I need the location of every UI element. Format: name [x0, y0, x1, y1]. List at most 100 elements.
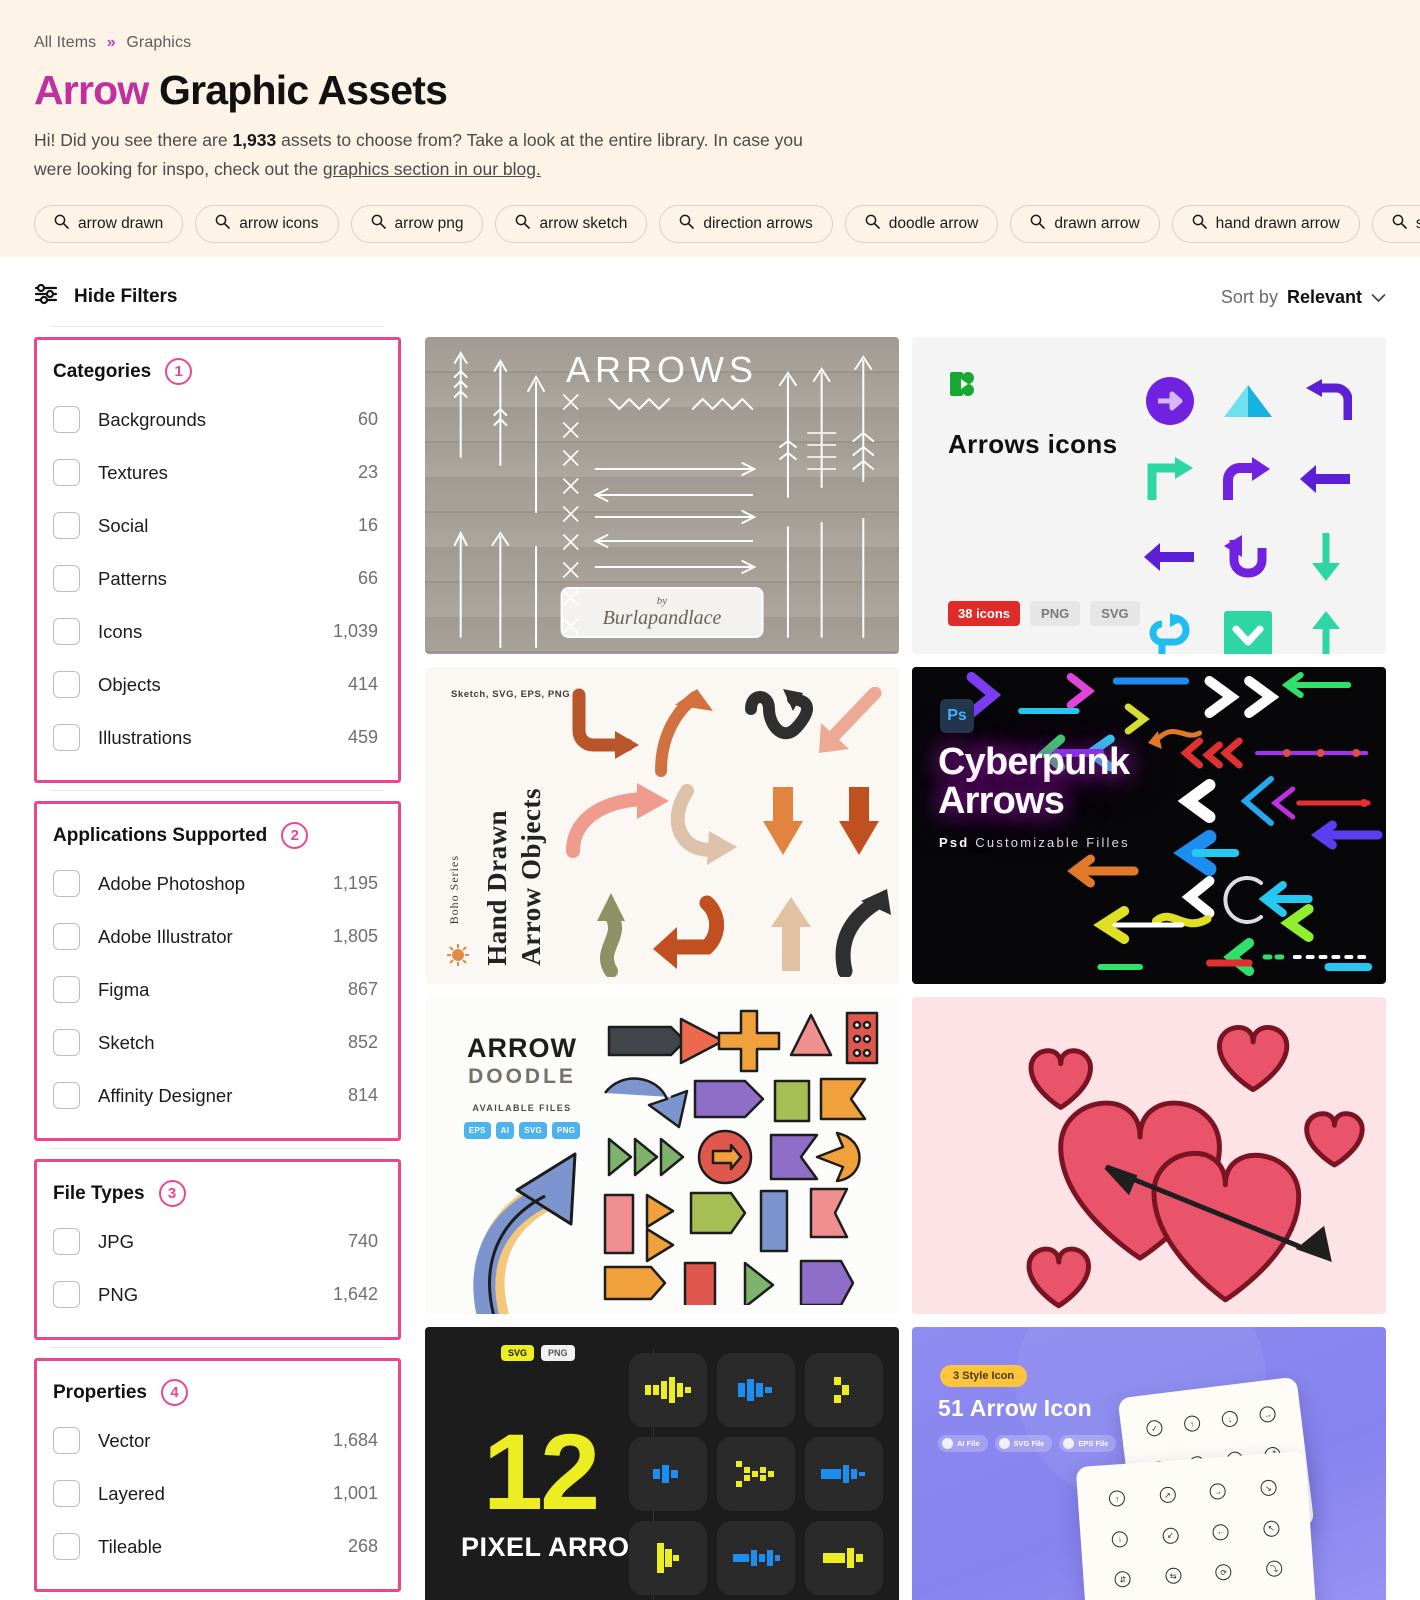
search-chip-direction-arrows[interactable]: direction arrows	[659, 205, 833, 244]
sheet-icon: ⇆	[1164, 1567, 1182, 1585]
doodle-title-line1: ARROW	[467, 1033, 577, 1063]
facet-applications-supported: Applications Supported 2 Adobe Photoshop 1,…	[34, 790, 401, 1141]
facet-row[interactable]: Social 16	[53, 499, 378, 552]
checkbox-sketch[interactable]	[53, 1029, 80, 1056]
checkbox-backgrounds[interactable]	[53, 406, 80, 433]
hero-description: Hi! Did you see there are 1,933 assets t…	[34, 126, 824, 183]
search-chip-arrow-icons[interactable]: arrow icons	[195, 205, 339, 244]
facet-header: Applications Supported 2	[53, 822, 378, 849]
facet-row[interactable]: Backgrounds 60	[53, 393, 378, 446]
facet-option-label: Adobe Photoshop	[98, 872, 246, 894]
checkbox-illustrations[interactable]	[53, 724, 80, 751]
search-chip-drawn-arrow[interactable]: drawn arrow	[1010, 205, 1160, 244]
chip-label: arrow drawn	[78, 215, 164, 233]
wood-card-signature: by Burlapandlace	[560, 587, 764, 638]
pixel-arrow-right-blue-icon	[738, 1379, 772, 1401]
hide-filters-button[interactable]: Hide Filters	[34, 283, 177, 311]
search-chip-hand-drawn-arrow[interactable]: hand drawn arrow	[1171, 205, 1360, 244]
sheet-icon: ✓	[1145, 1419, 1164, 1438]
checkbox-adobe-illustrator[interactable]	[53, 923, 80, 950]
checkbox-vector[interactable]	[53, 1427, 80, 1454]
pixel-cell	[805, 1353, 883, 1427]
search-chip-arrow-png[interactable]: arrow png	[350, 205, 484, 244]
facet-row[interactable]: Patterns 66	[53, 552, 378, 605]
chip-label: doodle arrow	[888, 215, 979, 233]
asset-card-heart-arrow[interactable]	[912, 997, 1386, 1314]
facet-row[interactable]: Objects 414	[53, 658, 378, 711]
arrow-up-green-icon	[1312, 611, 1340, 654]
asset-card-cyberpunk-arrows[interactable]: Ps Cyberpunk Arrows Psd Customizable Fill…	[912, 667, 1386, 984]
cyberpunk-title-line2: Arrows	[938, 779, 1065, 822]
facet-row[interactable]: PNG 1,642	[53, 1268, 378, 1321]
checkbox-jpg[interactable]	[53, 1228, 80, 1255]
sort-by-dropdown[interactable]: Sort by Relevant	[1221, 287, 1386, 308]
facet-row[interactable]: Icons 1,039	[53, 605, 378, 658]
facet-row[interactable]: Vector 1,684	[53, 1414, 378, 1467]
facet-header: Categories 1	[53, 358, 378, 385]
facet-row[interactable]: Textures 23	[53, 446, 378, 499]
sheet-icon: ⟳	[1215, 1563, 1233, 1581]
doodle-title-line2: DOODLE	[468, 1065, 576, 1088]
asset-card-51-arrow-icon[interactable]: 3 Style Icon 51 Arrow Icon AI File SVG Fi…	[912, 1327, 1386, 1600]
page-title-rest: Graphic Assets	[148, 67, 448, 113]
asset-card-pixel-arrow[interactable]: SVG PNG 12 PIXEL ARROW	[425, 1327, 899, 1600]
search-chip-arrow-drawn[interactable]: arrow drawn	[34, 205, 184, 244]
facet-row[interactable]: Tileable 268	[53, 1520, 378, 1573]
asset-card-arrows-wood[interactable]: ARROWS by Burlapandlace	[425, 337, 899, 654]
checkbox-icons[interactable]	[53, 618, 80, 645]
arrows-icons-preview	[1134, 365, 1362, 654]
checkbox-adobe-photoshop[interactable]	[53, 870, 80, 897]
facet-option-count: 16	[357, 515, 378, 535]
facet-row[interactable]: JPG 740	[53, 1215, 378, 1268]
checkbox-tileable[interactable]	[53, 1533, 80, 1560]
facet-option-label: JPG	[98, 1230, 134, 1252]
pixel-cell	[629, 1437, 707, 1511]
facet-row[interactable]: Adobe Photoshop 1,195	[53, 857, 378, 910]
checkbox-png[interactable]	[53, 1281, 80, 1308]
search-icon	[1192, 214, 1207, 234]
facet-row[interactable]: Illustrations 459	[53, 711, 378, 764]
facet-option-count: 459	[347, 727, 378, 747]
asset-card-arrows-icons[interactable]: Arrows icons 38 icons PNG SVG	[912, 337, 1386, 654]
icon-sheet-dots-front: ↑↗→↘ ↓↙←↖ ⇵⇆⟳⤵ ⇦⇨⇧⇩	[1091, 1466, 1304, 1600]
asset-card-hand-drawn-arrows[interactable]: Sketch, SVG, EPS, PNG Hand Drawn Arrow O…	[425, 667, 899, 984]
search-icon	[865, 214, 880, 234]
facet-row[interactable]: Layered 1,001	[53, 1467, 378, 1520]
facet-option-label: Textures	[98, 461, 168, 483]
checkbox-objects[interactable]	[53, 671, 80, 698]
pixel-tag-svg: SVG	[501, 1345, 535, 1361]
facet-row[interactable]: Figma 867	[53, 963, 378, 1016]
search-chip-arrow-sketch[interactable]: arrow sketch	[495, 205, 648, 244]
facet-option-label: Affinity Designer	[98, 1084, 233, 1106]
checkbox-social[interactable]	[53, 512, 80, 539]
sheet-icon: ↓	[1220, 1410, 1239, 1429]
breadcrumb-graphics[interactable]: Graphics	[126, 34, 191, 51]
chip-label: direction arrows	[703, 215, 813, 233]
facet-annotation-badge: 3	[158, 1180, 186, 1207]
checkbox-textures[interactable]	[53, 459, 80, 486]
facet-row[interactable]: Affinity Designer 814	[53, 1069, 378, 1122]
sheet-icon: ↑	[1108, 1490, 1126, 1508]
facet-header: File Types 3	[53, 1180, 378, 1207]
facet-option-count: 740	[347, 1231, 378, 1251]
checkbox-patterns[interactable]	[53, 565, 80, 592]
facet-row[interactable]: Adobe Illustrator 1,805	[53, 910, 378, 963]
facet-option-label: Vector	[98, 1429, 151, 1451]
file-dot-icon	[998, 1438, 1010, 1449]
breadcrumb-all-items[interactable]: All Items	[34, 34, 96, 51]
checkbox-figma[interactable]	[53, 976, 80, 1003]
page-title-accent: Arrow	[34, 67, 149, 113]
checkbox-affinity-designer[interactable]	[53, 1082, 80, 1109]
facet-categories: Categories 1 Backgrounds 60 Textures 23 Social…	[34, 326, 401, 783]
asset-card-arrow-doodle[interactable]: ARROW DOODLE AVAILABLE FILES EPS AI SVG PNG	[425, 997, 899, 1314]
facet-row[interactable]: Sketch 852	[53, 1016, 378, 1069]
checkbox-layered[interactable]	[53, 1480, 80, 1507]
suggested-search-chips: arrow drawn arrow icons arrow png arrow ske…	[34, 205, 1420, 244]
blog-link[interactable]: graphics section in our blog.	[323, 159, 541, 179]
search-icon	[515, 214, 531, 234]
facet-option-label: Illustrations	[98, 726, 192, 748]
search-icon	[1030, 214, 1046, 234]
search-chip-sketch-arrow[interactable]: sketch arrow	[1371, 205, 1420, 244]
cyberpunk-sub-bold: Psd	[939, 835, 970, 850]
search-chip-doodle-arrow[interactable]: doodle arrow	[844, 205, 999, 244]
